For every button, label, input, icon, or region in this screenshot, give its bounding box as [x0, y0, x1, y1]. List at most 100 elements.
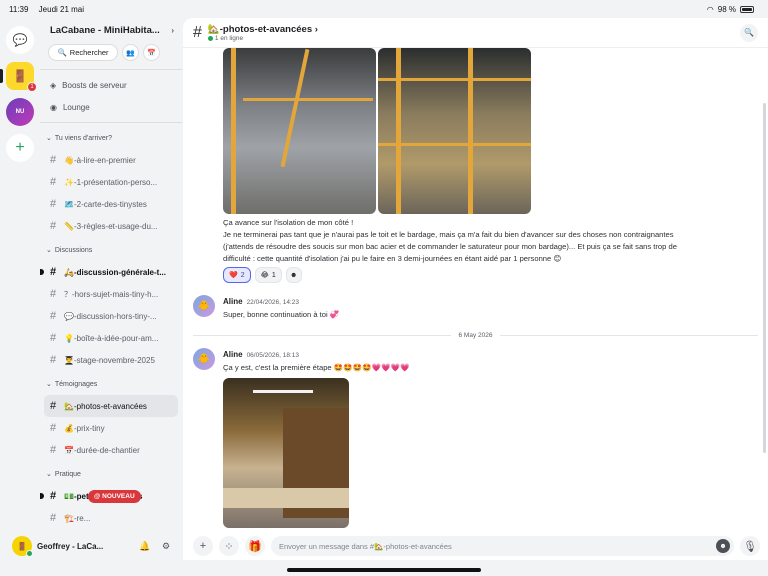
search-icon[interactable]: 🔍 — [740, 23, 758, 42]
section-discussions[interactable]: ⌄ Discussions — [40, 239, 182, 261]
gear-icon[interactable]: ⚙ — [158, 541, 174, 552]
section-pratique[interactable]: ⌄ Pratique — [40, 463, 182, 485]
battery-level: 98 % — [717, 4, 736, 14]
section-label: Tu viens d'arriver? — [54, 134, 112, 142]
online-dot — [207, 35, 213, 41]
server-lacabane-button[interactable]: 🚪 1 — [0, 62, 37, 92]
channel-stage-novembre[interactable]: # 👨‍🎓-stage-novembre-2025 — [40, 349, 182, 371]
wifi-icon: ◠ — [706, 4, 714, 14]
chevron-right-icon: › — [171, 25, 174, 35]
photo-beam — [396, 48, 401, 214]
channel-carte-tinystes[interactable]: # 🗺️-2-carte-des-tinystes — [40, 193, 182, 215]
channel-header-info[interactable]: 🏡-photos-et-avancées › 1 en ligne — [207, 23, 318, 42]
search-icon: 🔍 — [57, 48, 67, 57]
message-text-line: difficulté : cette quantité d'isolation … — [223, 254, 562, 263]
channel-presentation[interactable]: # ✨-1-présentation-perso... — [40, 171, 182, 193]
plus-icon[interactable]: + — [193, 536, 213, 556]
server-logo-icon: 🚪 — [12, 69, 28, 83]
section-label: Pratique — [54, 470, 81, 478]
gift-icon[interactable]: 🎁 — [245, 536, 265, 556]
reaction-laugh[interactable]: 😂 1 — [254, 267, 282, 283]
search-button[interactable]: 🔍 Rechercher — [48, 44, 118, 61]
channel-a-lire-en-premier[interactable]: # 👋-à-lire-en-premier — [40, 149, 182, 171]
lounge-nav[interactable]: ◉ Lounge — [40, 96, 182, 118]
channel-label: ✨-1-présentation-perso... — [64, 177, 158, 187]
online-status-dot — [26, 550, 33, 557]
separator-line — [193, 334, 451, 336]
channel-re[interactable]: # 🏗️-re... — [40, 507, 182, 529]
separator-line — [500, 334, 758, 336]
channel-label: 📅-durée-de-chantier — [64, 445, 140, 455]
lounge-icon: ◉ — [50, 102, 57, 112]
insulation-photo-2[interactable] — [378, 48, 531, 214]
hash-icon: # — [50, 176, 57, 188]
channel-discussion-generale[interactable]: # 🛵-discussion-générale-t... — [40, 261, 182, 283]
channel-label: 💡-boîte-à-idée-pour-am... — [64, 333, 159, 343]
user-avatar[interactable]: 🚪 — [12, 536, 33, 557]
section-arrival[interactable]: ⌄ Tu viens d'arriver? — [40, 127, 182, 149]
photo-beam — [378, 78, 531, 81]
hash-icon: # — [193, 23, 202, 41]
events-icon[interactable]: 📅 — [143, 44, 160, 61]
channel-hors-sujet[interactable]: # ？-hors-sujet-mais-tiny-h... — [40, 283, 182, 305]
hash-icon: # — [50, 512, 57, 524]
server-header[interactable]: LaCabane - MiniHabita... › — [40, 18, 182, 42]
bell-icon[interactable]: 🔔 — [137, 541, 153, 552]
status-bar: 11:39 Jeudi 21 mai ◠ 98 % — [0, 0, 768, 18]
emoji-picker-icon[interactable]: ☻ — [716, 539, 730, 553]
message-input[interactable]: Envoyer un message dans #🏡-photos-et-ava… — [271, 536, 734, 556]
message-placeholder: Envoyer un message dans #🏡-photos-et-ava… — [279, 541, 452, 551]
avatar[interactable]: 🐥 — [193, 295, 215, 317]
divider — [40, 122, 182, 123]
add-server-button[interactable]: + — [6, 134, 34, 162]
channel-boite-a-idee[interactable]: # 💡-boîte-à-idée-pour-am... — [40, 327, 182, 349]
channel-hors-tiny[interactable]: # 💬-discussion-hors-tiny-... — [40, 305, 182, 327]
message-text: Ça y est, c'est la première étape 🤩🤩🤩🤩💗💗… — [223, 363, 410, 372]
user-panel: 🚪 Geoffrey - LaCa... 🔔 ⚙ — [0, 530, 182, 562]
hash-icon: # — [50, 422, 57, 434]
chevron-right-icon: › — [314, 23, 318, 35]
boosts-nav[interactable]: ◈ Boosts de serveur — [40, 74, 182, 96]
server-secondary-button[interactable]: NU — [6, 98, 34, 126]
channel-prix-tiny[interactable]: # 💰-prix-tiny — [40, 417, 182, 439]
people-icon[interactable]: 👥 — [122, 44, 139, 61]
channel-label: 📏-3-règles-et-usage-du... — [64, 221, 158, 231]
section-label: Discussions — [54, 246, 93, 254]
message-header: Aline 06/05/2026, 18:13 — [223, 350, 299, 359]
message-text-line: Ça avance sur l'isolation de mon côté ! — [223, 218, 354, 227]
new-messages-pill[interactable]: @ NOUVEAU — [88, 490, 141, 503]
photo-beam — [243, 98, 373, 101]
direct-messages-button[interactable]: 💬 — [6, 26, 34, 54]
section-temoignages[interactable]: ⌄ Témoignages — [40, 373, 182, 395]
tiny-house-photo[interactable] — [223, 378, 349, 528]
boosts-label: Boosts de serveur — [62, 80, 127, 90]
microphone-icon[interactable]: 🎙 — [740, 536, 760, 556]
add-reaction-button[interactable]: ☻ — [285, 267, 302, 283]
hash-icon: # — [50, 354, 57, 366]
scrollbar[interactable] — [763, 103, 766, 453]
home-indicator — [287, 568, 481, 572]
message-author[interactable]: Aline — [223, 350, 243, 359]
channel-photos-et-avancees[interactable]: # 🏡-photos-et-avancées — [44, 395, 178, 417]
divider — [40, 69, 182, 70]
date-separator: 6 May 2026 — [193, 330, 758, 340]
ceiling-light — [253, 390, 313, 393]
apps-icon[interactable]: ⁘ — [219, 536, 239, 556]
channel-regles[interactable]: # 📏-3-règles-et-usage-du... — [40, 215, 182, 237]
insulation-photo-1[interactable] — [223, 48, 376, 214]
user-name[interactable]: Geoffrey - LaCa... — [37, 542, 132, 551]
hash-icon: # — [50, 154, 57, 166]
avatar[interactable]: 🐥 — [193, 348, 215, 370]
photo-beam — [468, 48, 473, 214]
smiley-icon: ☻ — [290, 271, 298, 279]
message-author[interactable]: Aline — [223, 297, 243, 306]
status-date: Jeudi 21 mai — [38, 4, 85, 14]
reaction-count: 2 — [240, 271, 245, 279]
channel-label: 🛵-discussion-générale-t... — [64, 267, 166, 277]
chevron-down-icon: ⌄ — [46, 247, 52, 254]
message-timestamp: 22/04/2026, 14:23 — [246, 299, 299, 306]
channel-duree-chantier[interactable]: # 📅-durée-de-chantier — [40, 439, 182, 461]
reaction-heart[interactable]: ❤️ 2 — [223, 267, 251, 283]
channel-label: 🏡-photos-et-avancées — [64, 401, 147, 411]
hash-icon: # — [50, 310, 57, 322]
